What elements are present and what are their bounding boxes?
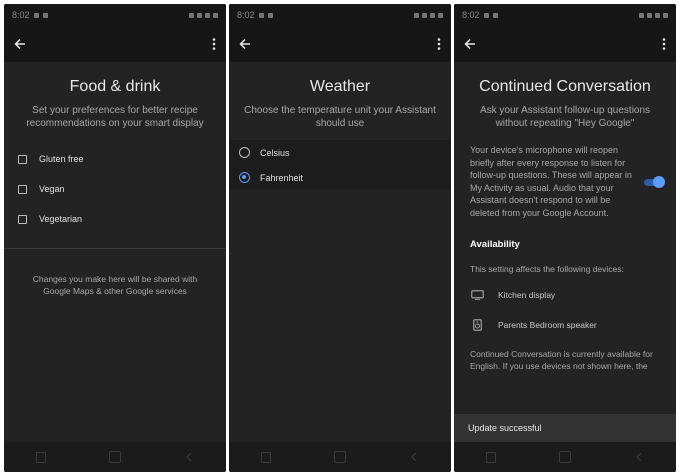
page-subtitle: Ask your Assistant follow-up questions w…	[479, 105, 651, 129]
back-arrow-icon[interactable]	[14, 38, 26, 50]
checkbox-label: Vegetarian	[39, 214, 83, 224]
home-icon[interactable]	[333, 451, 346, 463]
app-bar	[4, 26, 226, 62]
sharing-note: Changes you make here will be shared wit…	[32, 274, 198, 296]
toggle-thumb	[653, 175, 665, 188]
page-subtitle: Choose the temperature unit your Assista…	[244, 105, 436, 129]
status-time: 8:02	[237, 10, 255, 20]
snackbar-message: Update successful	[468, 423, 542, 433]
page-title: Continued Conversation	[479, 78, 651, 95]
checkbox-vegan[interactable]: Vegan	[4, 174, 226, 204]
recent-apps-icon[interactable]	[485, 451, 496, 463]
navigation-bar	[4, 442, 226, 472]
availability-subtitle: This setting affects the following devic…	[470, 264, 624, 274]
snackbar: Update successful	[454, 414, 676, 442]
nav-back-icon[interactable]	[184, 452, 194, 462]
signal-icon	[205, 12, 210, 18]
device-name: Parents Bedroom speaker	[498, 320, 597, 330]
image-icon	[42, 12, 48, 18]
checkbox-vegetarian[interactable]: Vegetarian	[4, 204, 226, 234]
speaker-icon	[470, 319, 484, 331]
availability-heading: Availability	[470, 239, 520, 250]
display-icon	[470, 290, 484, 300]
status-bar: 8:02	[454, 4, 676, 26]
checkbox-icon[interactable]	[18, 214, 27, 224]
continued-conversation-toggle[interactable]	[642, 175, 665, 188]
home-icon[interactable]	[108, 451, 121, 463]
back-arrow-icon[interactable]	[239, 38, 251, 50]
setting-description: Your device's microphone will reopen bri…	[470, 145, 632, 218]
continued-conversation-setting: Your device's microphone will reopen bri…	[454, 144, 676, 219]
radio-celsius[interactable]: Celsius	[229, 140, 451, 165]
page-title: Weather	[309, 78, 371, 95]
app-bar	[229, 26, 451, 62]
more-options-icon[interactable]	[437, 38, 441, 50]
checkbox-icon[interactable]	[18, 154, 27, 164]
continued-conversation-screen: 8:02 Continued Conversation Ask your Ass…	[454, 4, 676, 472]
checkbox-label: Gluten free	[39, 154, 84, 164]
signal-icon	[655, 12, 660, 18]
wifi-icon	[647, 12, 652, 18]
radio-fahrenheit[interactable]: Fahrenheit	[229, 165, 451, 190]
battery-icon	[438, 12, 443, 18]
signal-icon	[430, 12, 435, 18]
status-time: 8:02	[462, 10, 480, 20]
status-bar: 8:02	[229, 4, 451, 26]
device-kitchen-display: Kitchen display	[454, 280, 676, 310]
device-parents-bedroom-speaker: Parents Bedroom speaker	[454, 310, 676, 340]
image-icon	[492, 12, 498, 18]
more-options-icon[interactable]	[212, 38, 216, 50]
device-name: Kitchen display	[498, 290, 556, 300]
notification-icon	[33, 12, 39, 18]
divider	[4, 248, 226, 249]
checkbox-label: Vegan	[39, 184, 65, 194]
wifi-icon	[197, 12, 202, 18]
radio-selected-icon[interactable]	[239, 172, 250, 183]
navigation-bar	[229, 442, 451, 472]
home-icon[interactable]	[558, 451, 571, 463]
preference-list: Gluten free Vegan Vegetarian	[4, 144, 226, 234]
page-title: Food & drink	[69, 78, 161, 95]
weather-screen: 8:02 Weather Choose the temperature unit…	[229, 4, 451, 472]
status-time: 8:02	[12, 10, 30, 20]
battery-icon	[663, 12, 668, 18]
status-bar: 8:02	[4, 4, 226, 26]
battery-icon	[213, 12, 218, 18]
nav-back-icon[interactable]	[634, 452, 644, 462]
radio-label: Celsius	[260, 147, 290, 158]
app-bar	[454, 26, 676, 62]
alarm-icon	[639, 12, 644, 18]
notification-icon	[483, 12, 489, 18]
navigation-bar	[454, 442, 676, 472]
temperature-unit-group: Celsius Fahrenheit	[229, 140, 451, 190]
device-list: Kitchen display Parents Bedroom speaker	[454, 280, 676, 340]
checkbox-gluten-free[interactable]: Gluten free	[4, 144, 226, 174]
food-drink-screen: 8:02 Food & drink Set your preferences f…	[4, 4, 226, 472]
wifi-icon	[422, 12, 427, 18]
more-options-icon[interactable]	[662, 38, 666, 50]
radio-unselected-icon[interactable]	[239, 147, 250, 158]
alarm-icon	[414, 12, 419, 18]
notification-icon	[258, 12, 264, 18]
back-arrow-icon[interactable]	[464, 38, 476, 50]
nav-back-icon[interactable]	[409, 452, 419, 462]
alarm-icon	[189, 12, 194, 18]
availability-footnote: Continued Conversation is currently avai…	[470, 349, 653, 371]
recent-apps-icon[interactable]	[260, 451, 271, 463]
checkbox-icon[interactable]	[18, 184, 27, 194]
recent-apps-icon[interactable]	[35, 451, 46, 463]
image-icon	[267, 12, 273, 18]
page-subtitle: Set your preferences for better recipe r…	[26, 105, 204, 129]
radio-label: Fahrenheit	[260, 172, 304, 183]
